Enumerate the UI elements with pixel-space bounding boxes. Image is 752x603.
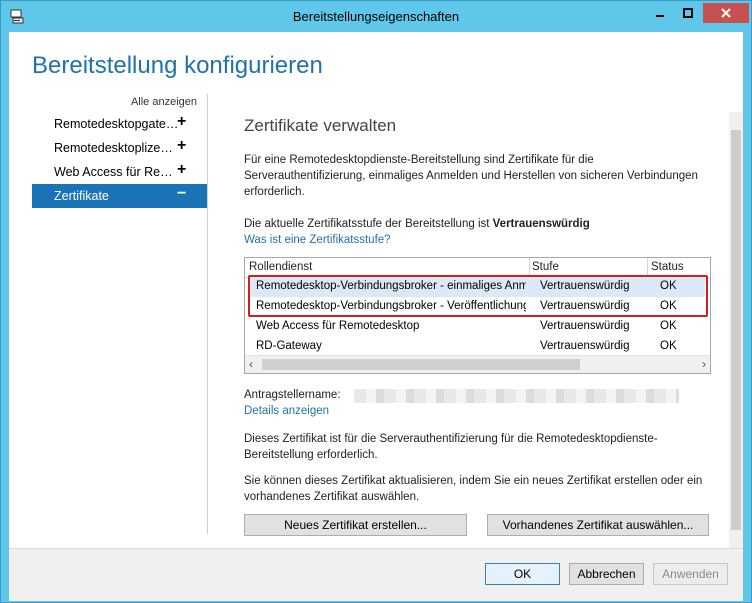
cancel-button[interactable]: Abbrechen — [569, 563, 644, 585]
minimize-button[interactable] — [647, 3, 673, 23]
horizontal-scrollbar[interactable]: ‹ › — [245, 355, 710, 373]
column-header-level[interactable]: Stufe — [532, 261, 559, 273]
expand-icon: + — [177, 137, 187, 154]
update-instructions: Sie können dieses Zertifikat aktualisier… — [244, 475, 703, 503]
status-cell: OK — [660, 320, 677, 332]
expand-icon: + — [177, 113, 187, 130]
sidebar-item-label: Zertifikate — [54, 189, 109, 203]
scroll-left-icon[interactable]: ‹ — [249, 357, 253, 371]
certificate-description: Dieses Zertifikat ist für die Serverauth… — [244, 433, 658, 461]
sidebar-item-rd-gateway[interactable]: Remotedesktopgateway + — [32, 112, 207, 136]
level-cell: Vertrauenswürdig — [540, 340, 630, 352]
title-bar[interactable]: Bereitstellungseigenschaften — [1, 1, 751, 32]
requester-name-label: Antragstellername: — [244, 389, 341, 401]
table-row[interactable]: Web Access für Remotedesktop Vertrauensw… — [250, 317, 705, 337]
role-services-table[interactable]: Rollendienst Stufe Status Remotedesktop-… — [244, 257, 711, 374]
close-button[interactable] — [703, 3, 749, 23]
role-cell: RD-Gateway — [256, 340, 322, 352]
dialog-footer: OK Abbrechen Anwenden — [9, 548, 743, 601]
select-certificate-button[interactable]: Vorhandenes Zertifikat auswählen... — [487, 514, 709, 536]
sidebar-item-rd-licensing[interactable]: Remotedesktoplizenzierung + — [32, 136, 207, 160]
properties-window: Bereitstellungseigenschaften Bereitstell… — [0, 0, 752, 603]
vertical-scrollbar[interactable] — [729, 112, 743, 548]
certificate-level-line: Die aktuelle Zertifikatsstufe der Bereit… — [244, 216, 709, 232]
minimize-icon — [656, 15, 664, 17]
close-icon — [721, 8, 731, 18]
column-header-status[interactable]: Status — [651, 261, 684, 273]
certificate-level-value: Vertrauenswürdig — [492, 218, 590, 230]
scroll-right-icon[interactable]: › — [702, 357, 706, 371]
ok-button[interactable]: OK — [485, 563, 560, 585]
page-title: Bereitstellung konfigurieren — [32, 52, 323, 79]
intro-text: Für eine Remotedesktopdienste-Bereitstel… — [244, 154, 698, 198]
divider — [207, 94, 208, 534]
sidebar-item-web-access[interactable]: Web Access für Remotedesktop + — [32, 160, 207, 184]
scrollbar-thumb[interactable] — [731, 130, 741, 530]
scrollbar-thumb[interactable] — [262, 359, 580, 370]
sidebar-item-certificates[interactable]: Zertifikate − — [32, 184, 207, 208]
column-header-role[interactable]: Rollendienst — [249, 261, 312, 273]
role-cell: Web Access für Remotedesktop — [256, 320, 420, 332]
certificate-level-help-link[interactable]: Was ist eine Zertifikatsstufe? — [244, 232, 709, 248]
certificate-level-label: Die aktuelle Zertifikatsstufe der Bereit… — [244, 218, 493, 230]
section-title: Zertifikate verwalten — [244, 116, 397, 135]
window-title: Bereitstellungseigenschaften — [292, 9, 460, 24]
highlight-box — [248, 275, 708, 317]
collapse-icon: − — [177, 185, 187, 202]
table-row[interactable]: RD-Gateway Vertrauenswürdig OK — [250, 337, 705, 357]
apply-button[interactable]: Anwenden — [653, 563, 728, 585]
expand-icon: + — [177, 161, 187, 178]
show-all-link[interactable]: Alle anzeigen — [131, 96, 197, 108]
details-link[interactable]: Details anzeigen — [244, 403, 709, 419]
maximize-icon — [683, 8, 693, 18]
redacted-requester-name — [354, 389, 679, 403]
sidebar-item-label: Remotedesktoplizenzierung — [54, 141, 179, 155]
sidebar-item-label: Web Access für Remotedesktop — [54, 165, 179, 179]
status-cell: OK — [660, 340, 677, 352]
create-certificate-button[interactable]: Neues Zertifikat erstellen... — [244, 514, 467, 536]
sidebar-item-label: Remotedesktopgateway — [54, 117, 179, 131]
dialog-client-area: Bereitstellung konfigurieren Alle anzeig… — [9, 32, 743, 548]
level-cell: Vertrauenswürdig — [540, 320, 630, 332]
maximize-button[interactable] — [675, 3, 701, 23]
